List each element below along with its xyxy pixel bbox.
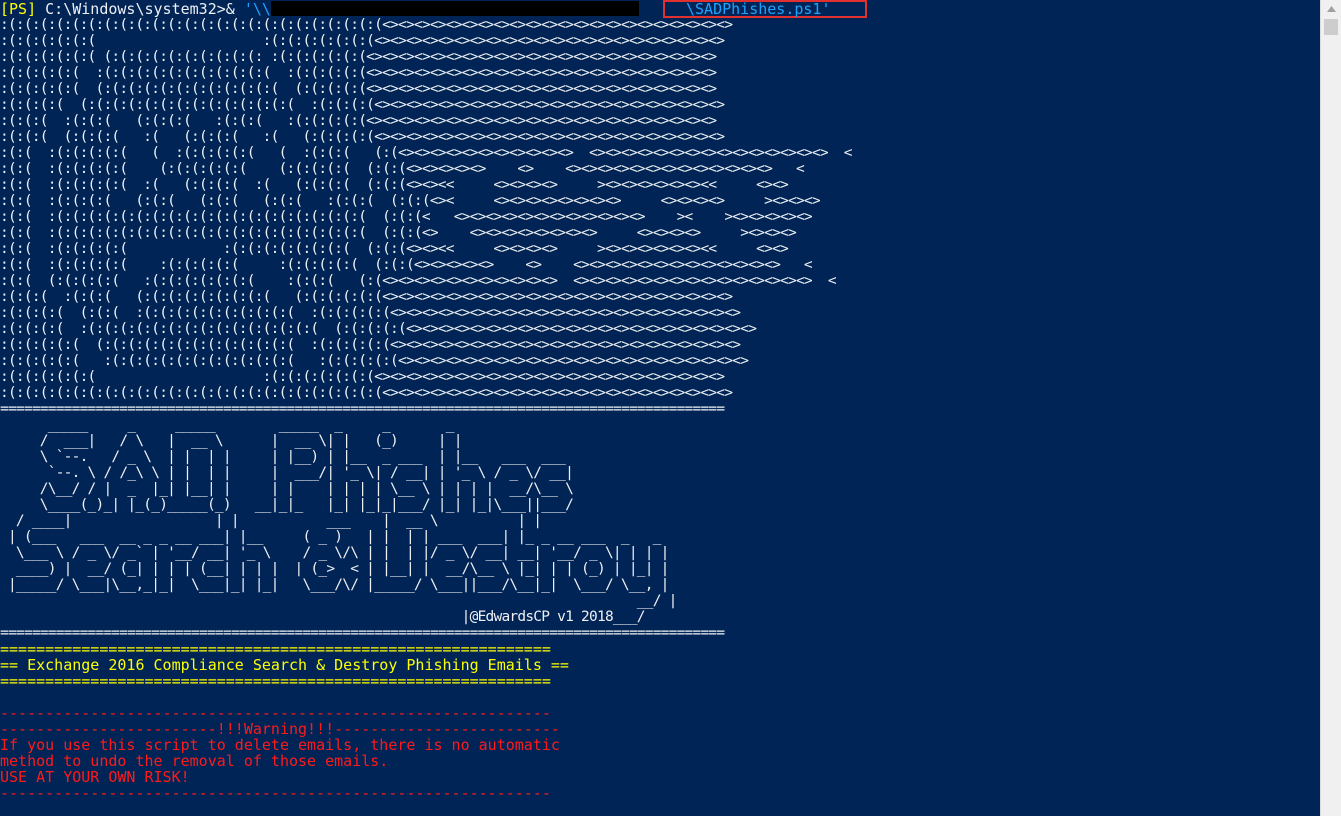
title-art-line: _____ _ _____ _____ _ _ _ <box>0 417 455 433</box>
warning-rule: ----------------------------------------… <box>0 705 551 721</box>
title-art-line: / ____| | | ___ | __ \ | | <box>0 513 542 529</box>
title-art-line: | (___ ___ __ _ _ __ ___| |__ ( _ ) | | … <box>0 529 661 545</box>
separator-top: ========================================… <box>0 401 1320 417</box>
title-art-line: |@EdwardsCP v1 2018___/ <box>0 609 646 625</box>
title-art-line: \ `--. / _ \ | | | | | |__) | |__ _ ___ … <box>0 449 566 465</box>
warning-line-3: USE AT YOUR OWN RISK! <box>0 769 190 785</box>
art-line: :(:(:( :(:(:( (:(:(:(:(:(:(:(:( (:(:(:(:… <box>0 289 733 305</box>
art-line: :(:(:(:(:(:( :(:(:(:(:(:(:(<><><><><><><… <box>0 33 725 49</box>
warning-rule: ----------------------------------------… <box>0 785 551 801</box>
title-art-line: /\__/ / | _ |_| |__| | | | | | | | \__ \… <box>0 481 574 497</box>
art-line: :(:(:(:(:( :(:(:(:(:(:(:(:(:(:(:(:( :(:(… <box>0 353 749 369</box>
art-line: :(:(:(:( :(:(:(:(:(:(:(:(:(:(:(:(:(:(:( … <box>0 321 757 337</box>
warning-line-1: If you use this script to delete emails,… <box>0 737 560 753</box>
title-art-line: \___ \ / _ \/ _` | '__/ __| '_ \ / _ \/\… <box>0 545 669 561</box>
title-art-line: __/ | <box>0 593 678 609</box>
warning-line-2: method to undo the removal of those emai… <box>0 753 389 769</box>
chevron-up-icon <box>1326 6 1336 12</box>
powershell-console[interactable]: [PS] C:\Windows\system32>& '\\ :(:(:(:(:… <box>0 0 1341 816</box>
art-line: :(:( :(:(:(:(:( (:(:(:(:(:( (:(:(:(:( (:… <box>0 161 805 177</box>
banner: ========================================… <box>0 641 1320 689</box>
banner-rule: ========================================… <box>0 641 551 657</box>
ascii-title-sad-phishes: _____ _ _____ _____ _ _ _ / ___| / \ | _… <box>0 417 1320 625</box>
vertical-scrollbar[interactable] <box>1320 0 1341 816</box>
title-art-line: / ___| / \ | __ \ | __ \| | (_) | | <box>0 433 463 449</box>
separator-text: ========================================… <box>0 625 725 641</box>
art-line: :(:(:( :(:(:( (:(:(:( :(:(:( :(:(:(:(:(<… <box>0 113 717 129</box>
console-output: [PS] C:\Windows\system32>& '\\ :(:(:(:(:… <box>0 1 1320 816</box>
art-line: :(:( :(:(:(:(:( :(:(:(:(:( :(:(:(:(:( (:… <box>0 257 813 273</box>
ascii-art-sad-face: :(:(:(:(:(:(:(:(:(:(:(:(:(:(:(:(:(:(:(:(… <box>0 17 1320 401</box>
art-line: :(:(:(:(:( (:(:(:(:(:(:(:(:(:(:(:( (:(:(… <box>0 81 717 97</box>
art-line: :(:( (:(:(:(:( :(:(:(:(:(:(:( :(:(:( (:(… <box>0 273 837 289</box>
scroll-up-button[interactable] <box>1321 0 1341 18</box>
title-art-line: ____) | __/ (_| | | | (__| | | | | (_> <… <box>0 561 669 577</box>
title-art-line: |_____/ \___|\__,_|_| \___|_| |_| \___/\… <box>0 577 669 593</box>
scroll-thumb[interactable] <box>1324 19 1338 35</box>
art-line: :(:(:(:(:( :(:(:(:(:(:(:(:(:(:(:( :(:(:(… <box>0 65 717 81</box>
art-line: :(:(:(:(:(:( (:(:(:(:(:(:(:(:(:(: :(:(:(… <box>0 49 717 65</box>
warning-block: ----------------------------------------… <box>0 705 1320 801</box>
separator-bottom: ========================================… <box>0 625 1320 641</box>
banner-title: == Exchange 2016 Compliance Search & Des… <box>0 657 569 673</box>
separator-text: ========================================… <box>0 401 725 417</box>
title-art-line: \____(_)_| |_(_)_____(_) __|_|_ |_| |_|_… <box>0 497 574 513</box>
art-line: :(:( :(:(:(:(:(:(:(:(:(:(:(:(:(:(:(:(:(:… <box>0 209 813 225</box>
prompt-path: C:\Windows\system32>& <box>36 1 244 17</box>
prompt-line: [PS] C:\Windows\system32>& '\\ <box>0 1 1320 17</box>
art-line: :(:( :(:(:(:(:(:(:(:(:(:(:(:(:(:(:(:(:(:… <box>0 225 797 241</box>
art-line: :(:( :(:(:(:(:( ( :(:(:(:(:( ( :(:(:( (:… <box>0 145 852 161</box>
title-art-line: `--. \ / /_\ \ | | | | | ___/| '_ \| / _… <box>0 465 574 481</box>
art-line: :(:(:( (:(:(:( :( (:(:(:( :( (:(:(:(:(<>… <box>0 129 725 145</box>
art-line: :(:(:(:(:(:( :(:(:(:(:(:(:(<><><><><><><… <box>0 369 725 385</box>
art-line: :(:(:(:(:(:(:(:(:(:(:(:(:(:(:(:(:(:(:(:(… <box>0 17 733 33</box>
art-line: :(:(:(:(:(:(:(:(:(:(:(:(:(:(:(:(:(:(:(:(… <box>0 385 733 401</box>
art-line: :(:(:(:( (:(:(:(:(:(:(:(:(:(:(:(:(:( :(:… <box>0 97 725 113</box>
banner-rule: ========================================… <box>0 673 551 689</box>
redacted-path-bar <box>270 1 639 16</box>
script-name: \SADPhishes.ps1' <box>686 0 831 18</box>
art-line: :(:(:(:(:( (:(:(:(:(:(:(:(:(:(:(:(:( :(:… <box>0 337 741 353</box>
warning-header: ------------------------!!!Warning!!!---… <box>0 721 560 737</box>
art-line: :(:( :(:(:(:( (:(:( (:(:( (:(:( :(:(:( (… <box>0 193 821 209</box>
prompt-tag: [PS] <box>0 1 37 17</box>
art-line: :(:( :(:(:(:(:( :( (:(:(:( :( (:(:(:( (:… <box>0 177 789 193</box>
art-line: :(:( :(:(:(:(:( :(:(:(:(:(:(:(:( (:(:(<>… <box>0 241 789 257</box>
art-line: :(:(:(:( (:(:( :(:(:(:(:(:(:(:(:(:( :(:(… <box>0 305 741 321</box>
prompt-quote-prefix: '\\ <box>243 1 271 17</box>
